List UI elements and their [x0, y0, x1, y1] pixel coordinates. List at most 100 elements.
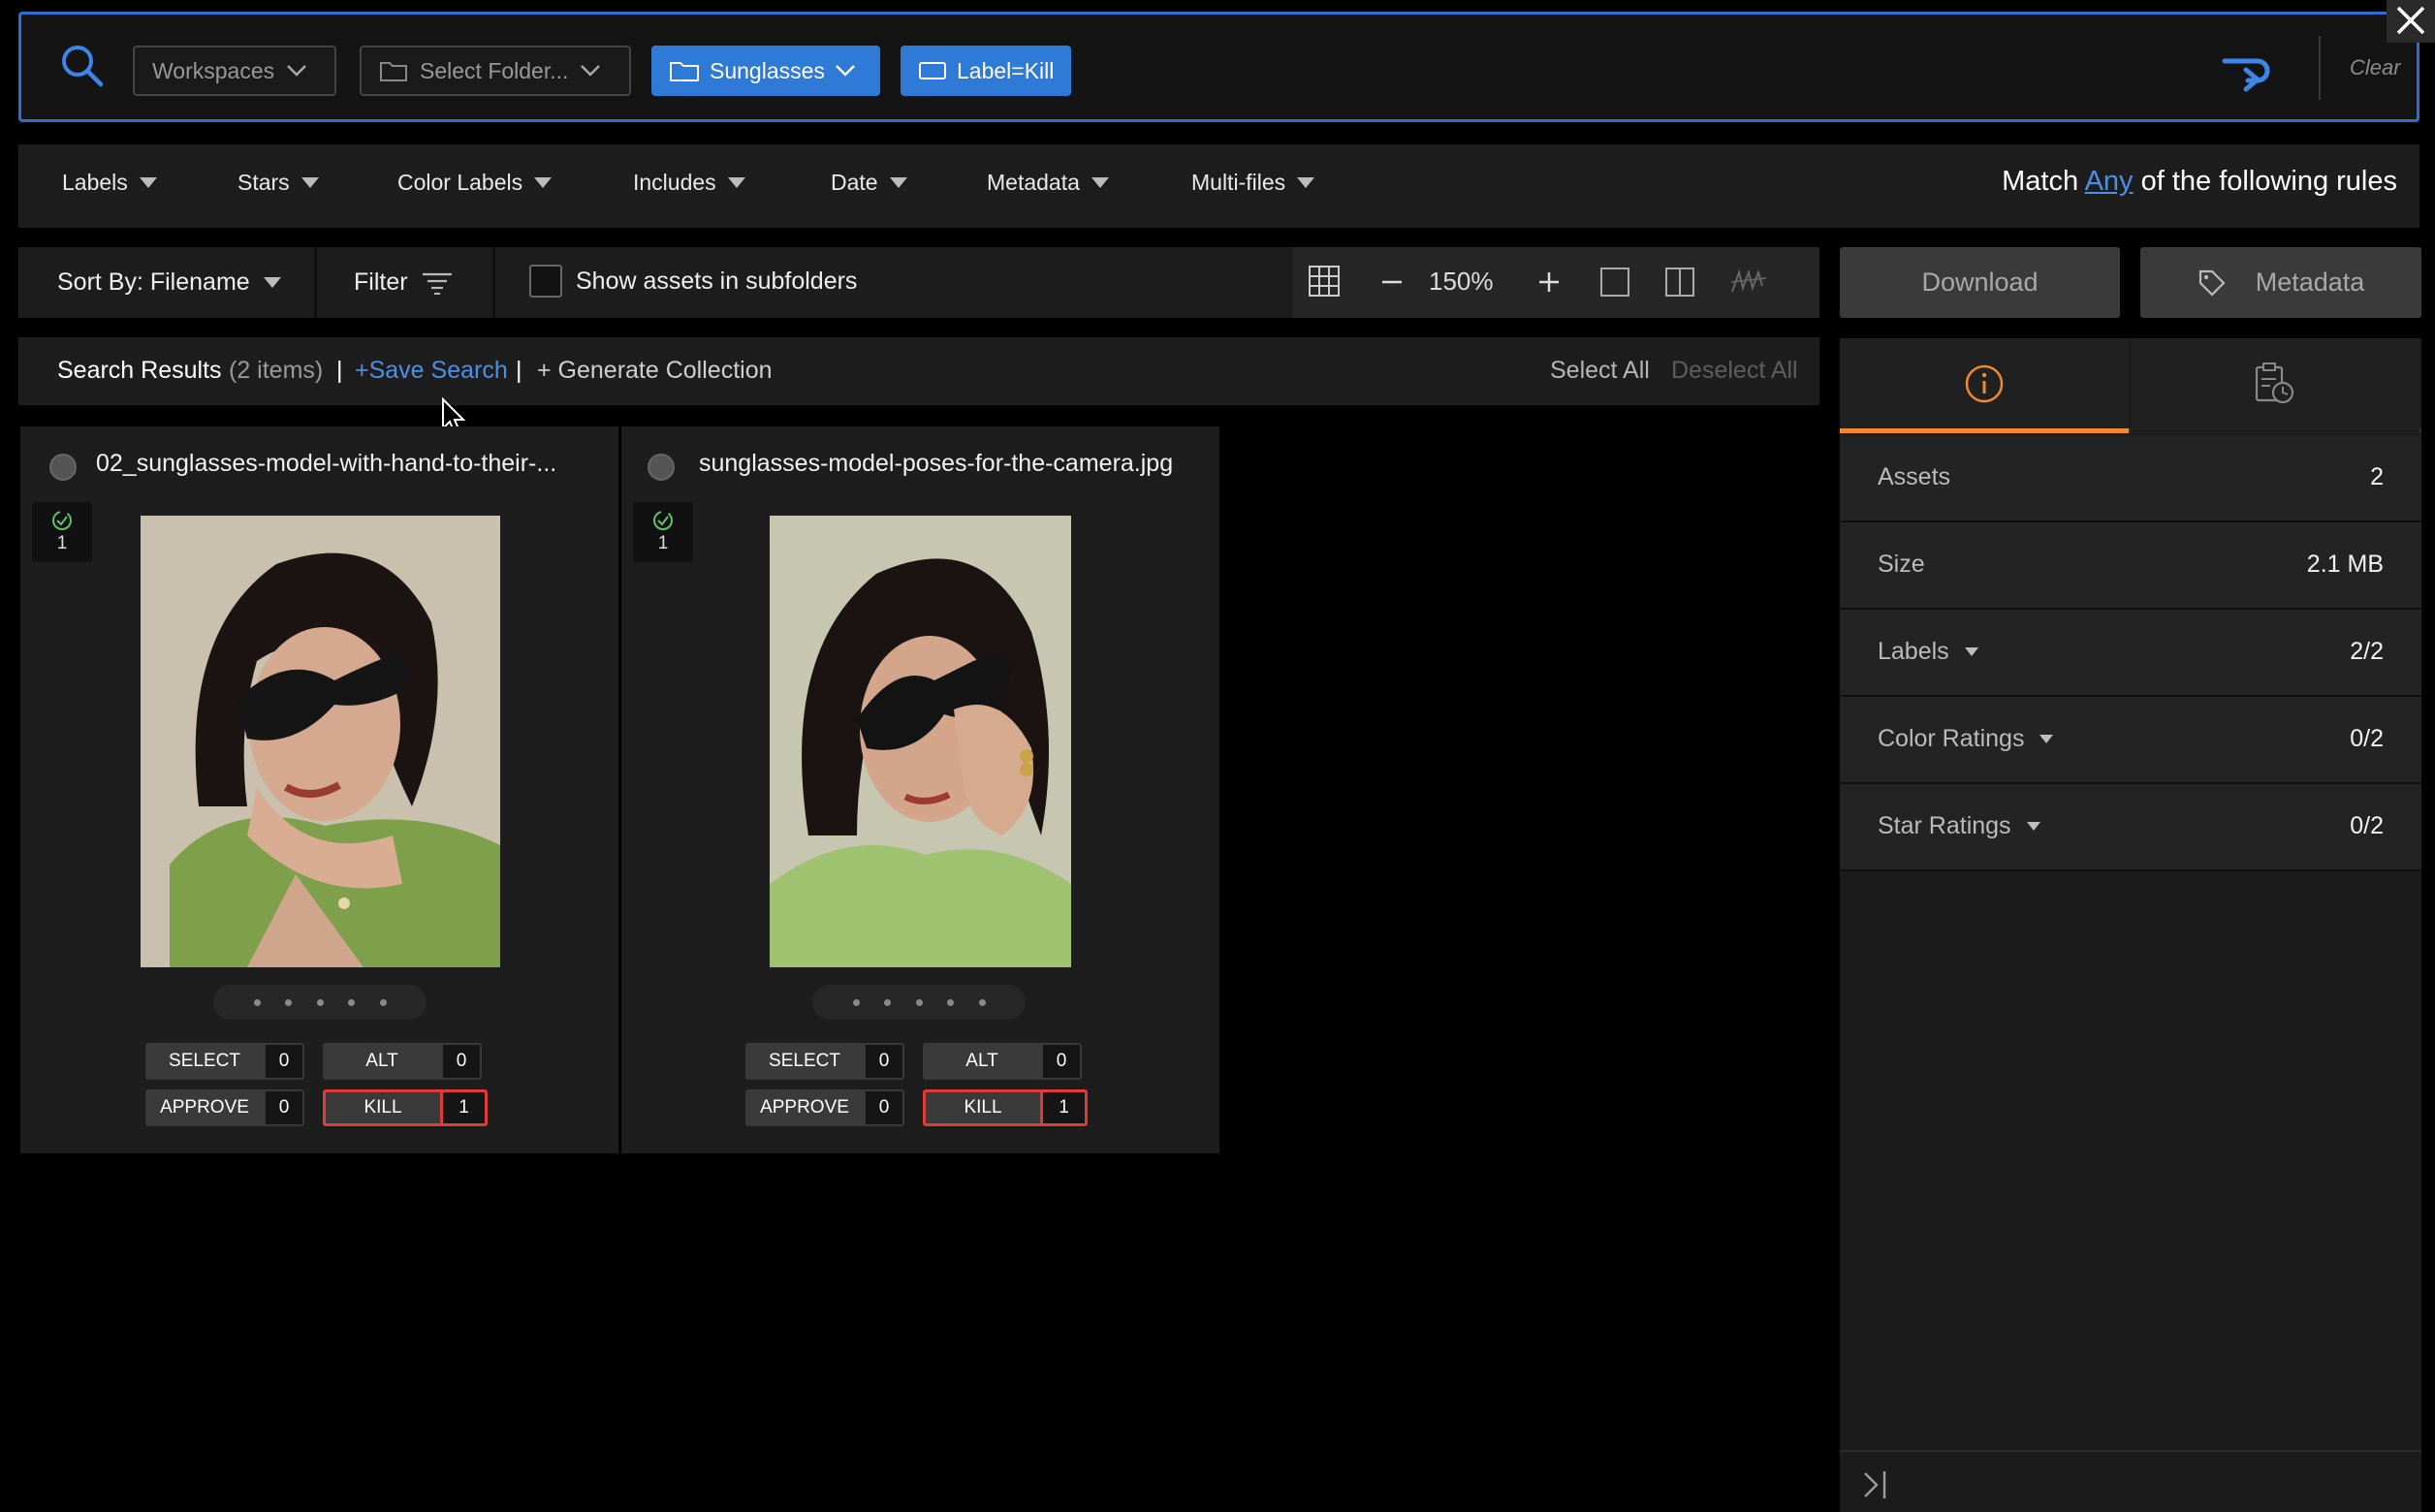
label-alt-button[interactable]: ALT 0: [923, 1043, 1082, 1080]
caret-down-icon[interactable]: [1964, 647, 1978, 656]
filter-metadata-label: Metadata: [987, 170, 1080, 195]
filter-rules-bar: Labels Stars Color Labels Includes Date …: [18, 144, 2419, 228]
search-results-header: Search Results (2 items) | +Save Search …: [18, 337, 1819, 405]
caret-down-icon[interactable]: [2040, 735, 2054, 743]
download-button[interactable]: Download: [1840, 247, 2120, 318]
metadata-button[interactable]: Metadata: [2140, 247, 2421, 318]
label-kill-button[interactable]: KILL 1: [923, 1089, 1088, 1126]
asset-card[interactable]: 02_sunglasses-model-with-hand-to-their-.…: [20, 426, 618, 1153]
single-view-icon[interactable]: [1599, 267, 1630, 298]
search-divider: [2319, 36, 2321, 100]
asset-thumbnail[interactable]: [770, 516, 1071, 967]
close-icon[interactable]: [2387, 0, 2435, 43]
redo-icon[interactable]: [2217, 44, 2275, 92]
label-count: 0: [264, 1089, 304, 1126]
filter-date-label: Date: [831, 170, 878, 195]
star-dot[interactable]: [316, 998, 324, 1006]
filter-metadata-dropdown[interactable]: Metadata: [987, 170, 1109, 196]
filter-stars-dropdown[interactable]: Stars: [237, 170, 319, 196]
star-dot[interactable]: [253, 998, 261, 1006]
collapse-panel-icon[interactable]: [1861, 1469, 1890, 1500]
summary-key-star-ratings: Star Ratings: [1878, 812, 2040, 840]
star-rating[interactable]: [213, 985, 427, 1020]
filter-date-dropdown[interactable]: Date: [831, 170, 907, 196]
label-alt-button[interactable]: ALT 0: [323, 1043, 482, 1080]
filter-labels-dropdown[interactable]: Labels: [62, 170, 157, 196]
tab-history[interactable]: [2131, 338, 2419, 433]
version-badge[interactable]: 1: [32, 502, 92, 562]
asset-select-radio[interactable]: [648, 454, 675, 481]
label-chip-text: Label=Kill: [957, 57, 1055, 83]
version-check-icon: [652, 510, 674, 531]
summary-value: 2/2: [2350, 638, 2384, 665]
zoom-out-icon[interactable]: [1380, 270, 1404, 294]
label-approve-button[interactable]: APPROVE 0: [145, 1089, 304, 1126]
select-all-link[interactable]: Select All: [1550, 357, 1650, 385]
generate-collection-link[interactable]: + Generate Collection: [537, 357, 773, 385]
label-chip-kill[interactable]: Label=Kill: [901, 46, 1071, 96]
filter-includes-dropdown[interactable]: Includes: [633, 170, 745, 196]
clear-button[interactable]: Clear: [2350, 55, 2401, 80]
version-badge[interactable]: 1: [633, 502, 693, 562]
summary-row-star-ratings[interactable]: Star Ratings 0/2: [1840, 784, 2421, 871]
summary-value: 2: [2370, 463, 2384, 490]
star-dot[interactable]: [978, 998, 986, 1006]
grid-icon[interactable]: [1308, 265, 1341, 298]
subfolders-checkbox[interactable]: [529, 265, 562, 298]
folder-chip-sunglasses[interactable]: Sunglasses: [651, 46, 880, 96]
download-label: Download: [1921, 268, 2039, 297]
workspaces-dropdown[interactable]: Workspaces: [133, 46, 336, 96]
deselect-all-link[interactable]: Deselect All: [1671, 357, 1798, 385]
filter-multi-files-label: Multi-files: [1191, 170, 1286, 195]
filter-button[interactable]: Filter: [354, 268, 453, 297]
star-dot[interactable]: [947, 998, 954, 1006]
caret-down-icon: [889, 177, 907, 188]
label-count: 0: [441, 1043, 482, 1080]
search-bar: Workspaces Select Folder... Sunglasses L…: [18, 12, 2419, 122]
asset-card[interactable]: sunglasses-model-poses-for-the-camera.jp…: [621, 426, 1219, 1153]
label-kill-button[interactable]: KILL 1: [323, 1089, 488, 1126]
toolbar-divider: [314, 247, 317, 318]
zoom-in-icon[interactable]: [1537, 270, 1561, 294]
info-icon: [1964, 363, 2005, 404]
show-subfolders-toggle[interactable]: Show assets in subfolders: [529, 265, 857, 298]
star-dot[interactable]: [379, 998, 387, 1006]
sort-dropdown[interactable]: Sort By: Filename: [57, 268, 281, 297]
label-name: KILL: [926, 1092, 1040, 1123]
filter-multi-files-dropdown[interactable]: Multi-files: [1191, 170, 1315, 196]
summary-value: 0/2: [2350, 725, 2384, 752]
toolbar-divider: [492, 247, 495, 318]
summary-row-labels[interactable]: Labels 2/2: [1840, 610, 2421, 697]
star-dot[interactable]: [852, 998, 860, 1006]
match-prefix: Match: [2002, 166, 2079, 197]
label-select-button[interactable]: SELECT 0: [745, 1043, 904, 1080]
label-select-button[interactable]: SELECT 0: [145, 1043, 304, 1080]
filter-color-labels-dropdown[interactable]: Color Labels: [397, 170, 553, 196]
label-approve-button[interactable]: APPROVE 0: [745, 1089, 904, 1126]
metadata-label: Metadata: [2255, 268, 2365, 297]
summary-row-color-ratings[interactable]: Color Ratings 0/2: [1840, 697, 2421, 784]
match-mode-link[interactable]: Any: [2085, 166, 2134, 197]
asset-thumbnail[interactable]: [141, 516, 500, 967]
caret-down-icon[interactable]: [2026, 822, 2040, 831]
star-dot[interactable]: [915, 998, 923, 1006]
summary-value: 2.1 MB: [2306, 551, 2384, 578]
star-dot[interactable]: [884, 998, 891, 1006]
caret-down-icon: [1297, 177, 1315, 188]
save-search-link[interactable]: +Save Search: [355, 357, 508, 385]
star-dot[interactable]: [348, 998, 355, 1006]
tab-info[interactable]: [1840, 338, 2129, 433]
folder-icon: [669, 59, 700, 82]
folder-select-dropdown[interactable]: Select Folder...: [360, 46, 631, 96]
caret-down-icon: [300, 177, 319, 188]
asset-select-radio[interactable]: [49, 454, 77, 481]
star-rating[interactable]: [812, 985, 1026, 1020]
signature-icon[interactable]: [1729, 268, 1768, 296]
search-icon[interactable]: [60, 44, 105, 88]
split-view-icon[interactable]: [1664, 267, 1695, 298]
star-dot[interactable]: [285, 998, 292, 1006]
label-name: KILL: [326, 1092, 440, 1123]
summary-key: Star Ratings: [1878, 812, 2011, 839]
label-name: SELECT: [145, 1043, 264, 1080]
caret-down-icon: [727, 177, 745, 188]
